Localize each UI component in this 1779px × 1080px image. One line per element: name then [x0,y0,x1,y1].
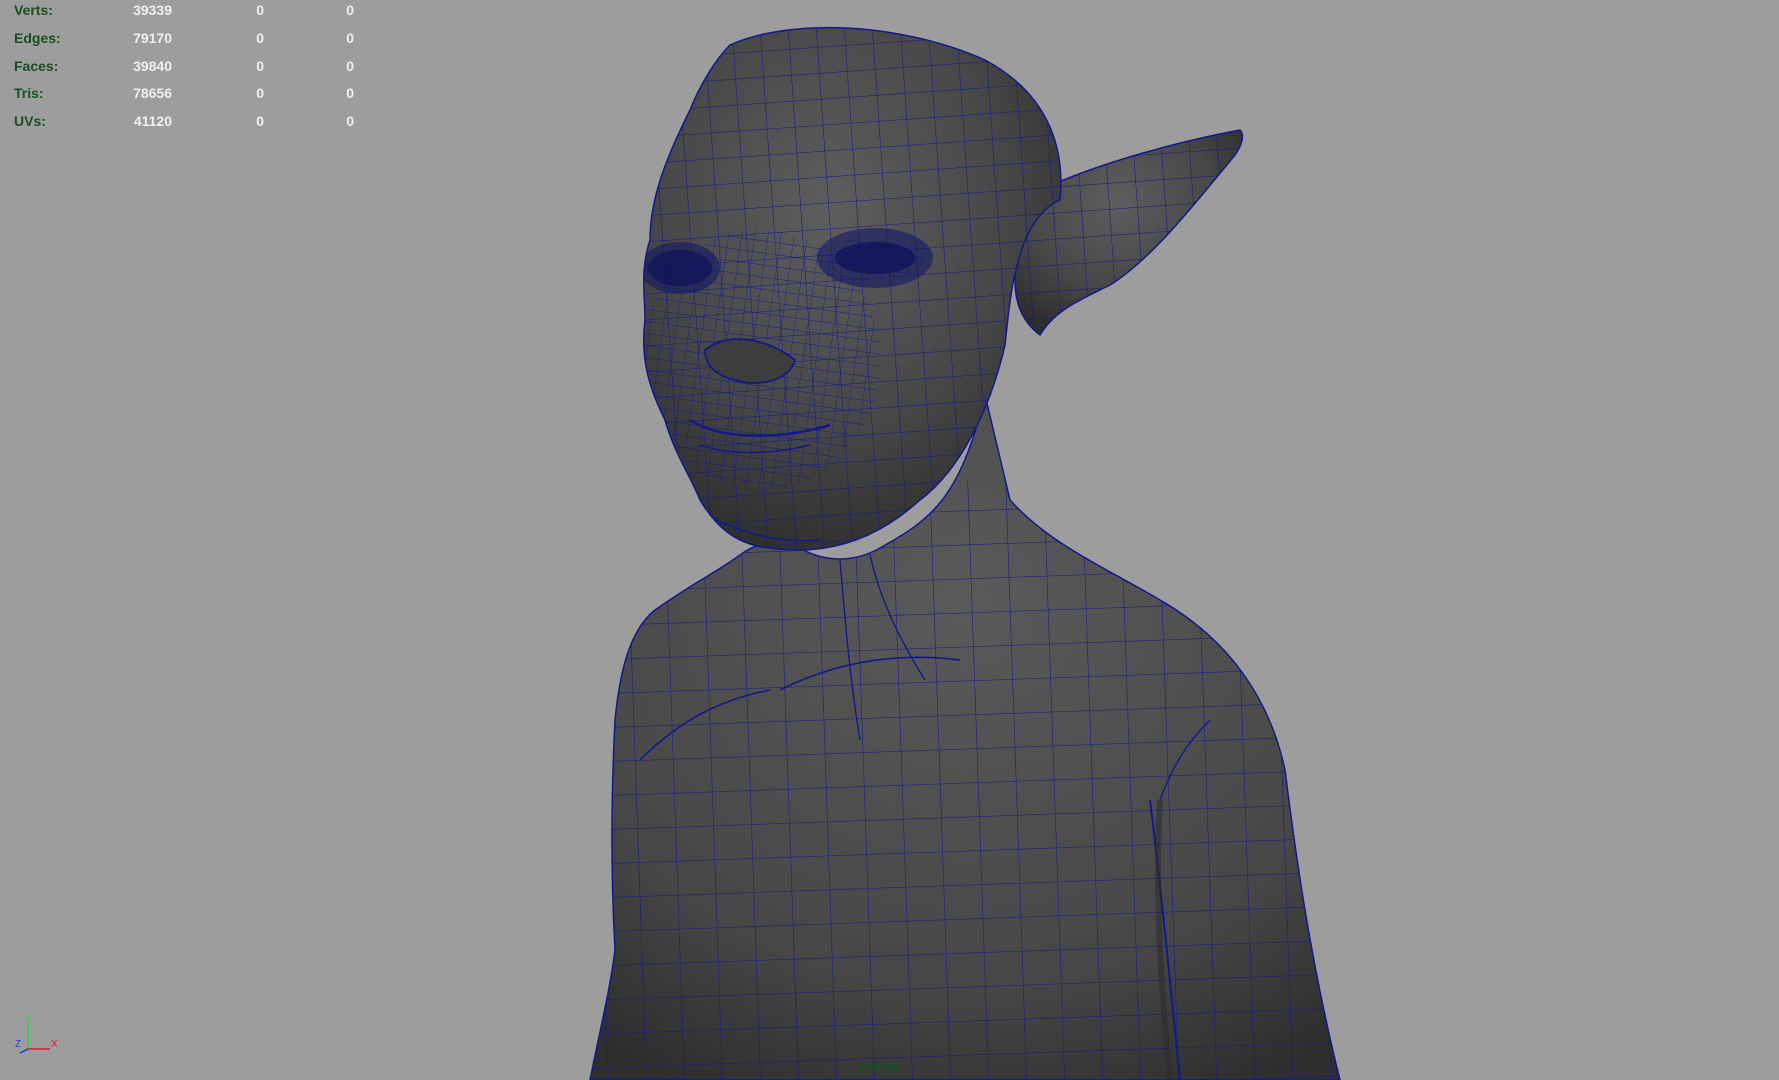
hud-total: 39339 [133,2,172,18]
hud-total: 39840 [133,58,172,74]
hud-selected: 0 [256,2,264,18]
hud-total: 79170 [133,30,172,46]
x-axis-label: X [51,1039,58,1050]
hud-selected: 0 [256,85,264,101]
axis-gizmo: Y X Z [15,1015,58,1054]
z-axis-label: Z [15,1039,21,1050]
hud-selected: 0 [256,113,264,129]
hud-label: Verts: [14,2,53,18]
hud-component: 0 [346,2,354,18]
z-axis-line [19,1048,29,1054]
hud-component: 0 [346,85,354,101]
perspective-viewport[interactable]: Verts: 39339 0 0 Edges: 79170 0 0 Faces:… [0,0,1779,1080]
hud-selected: 0 [256,58,264,74]
hud-total: 78656 [133,85,172,101]
camera-name-label: persp [860,1058,900,1074]
hud-label: Tris: [14,85,44,101]
poly-count-hud: Verts: 39339 0 0 Edges: 79170 0 0 Faces:… [0,0,370,135]
torso-mesh [589,394,1341,1080]
hud-row-faces: Faces: 39840 0 0 [0,56,370,76]
y-axis-label: Y [25,1015,32,1025]
hud-label: UVs: [14,113,46,129]
hud-label: Edges: [14,30,61,46]
hud-row-uvs: UVs: 41120 0 0 [0,111,370,131]
head-mesh [642,26,1062,551]
hud-row-edges: Edges: 79170 0 0 [0,28,370,48]
goblin-mesh[interactable] [0,0,1779,1080]
hud-component: 0 [346,30,354,46]
hud-row-tris: Tris: 78656 0 0 [0,83,370,103]
hud-label: Faces: [14,58,59,74]
hud-row-verts: Verts: 39339 0 0 [0,0,370,20]
hud-component: 0 [346,58,354,74]
hud-total: 41120 [133,113,172,129]
hud-component: 0 [346,113,354,129]
hud-selected: 0 [256,30,264,46]
